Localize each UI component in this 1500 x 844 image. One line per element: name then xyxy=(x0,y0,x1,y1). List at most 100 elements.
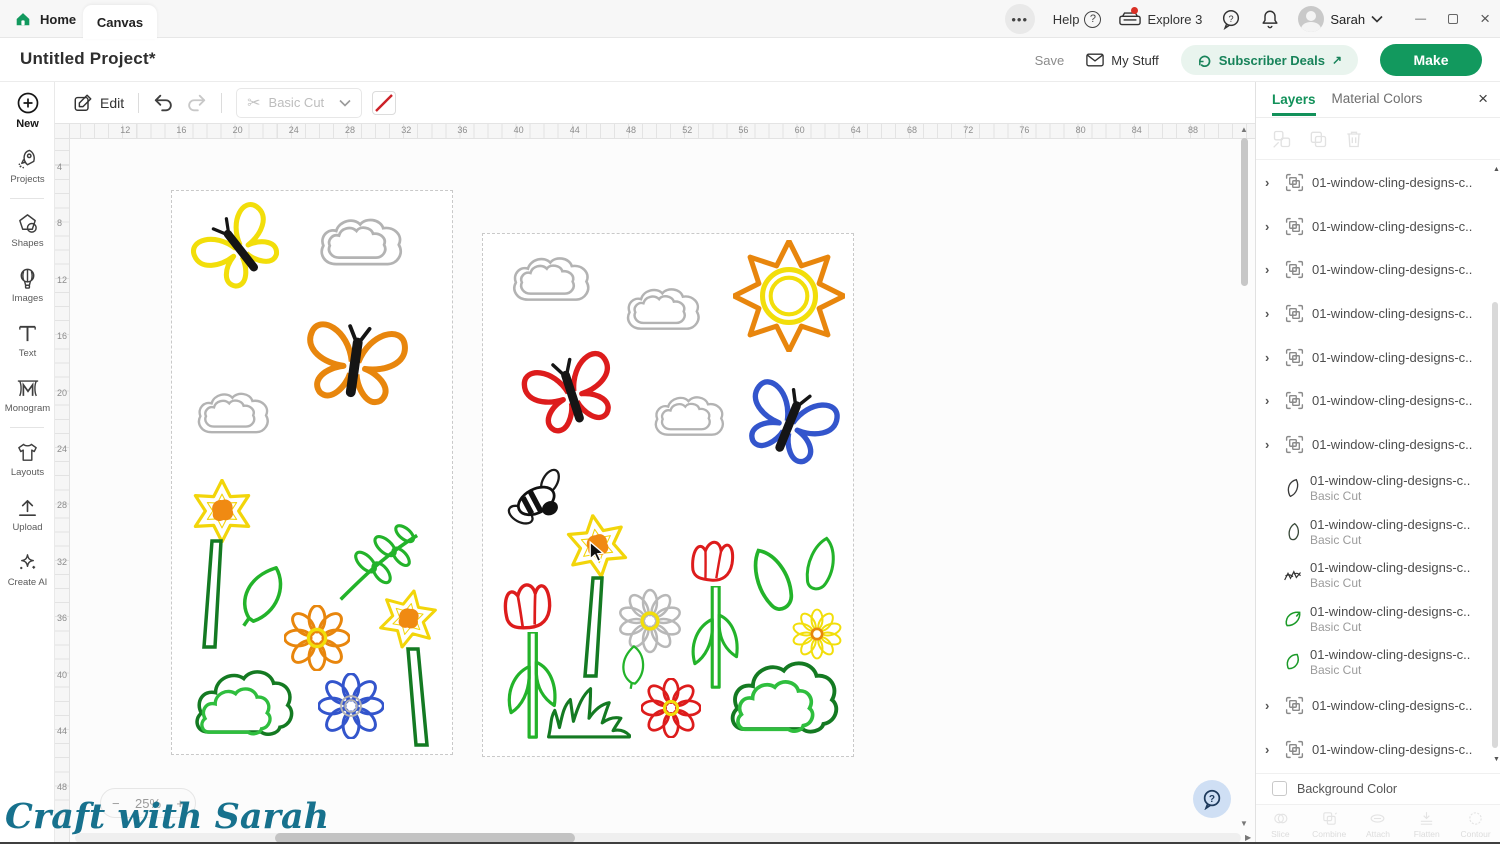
design-sun[interactable] xyxy=(733,240,845,352)
layer-group-row[interactable]: › 01-window-cling-designs-c... xyxy=(1256,205,1494,249)
design-green-bush[interactable] xyxy=(192,653,294,745)
window-maximize-button[interactable] xyxy=(1448,14,1458,24)
chevron-right-icon[interactable]: › xyxy=(1265,437,1277,452)
design-daffodil-stem[interactable] xyxy=(579,576,609,680)
layer-row[interactable]: 01-window-cling-designs-c... Basic Cut xyxy=(1256,597,1494,641)
sidebar-item-create-ai[interactable]: Create AI xyxy=(0,542,55,597)
redo-button[interactable] xyxy=(185,92,207,114)
layer-group-row[interactable]: › 01-window-cling-designs-c... xyxy=(1256,335,1494,379)
subscriber-deals-button[interactable]: Subscriber Deals ↗ xyxy=(1181,45,1358,75)
feedback-icon[interactable]: ? xyxy=(1220,8,1242,30)
design-daffodil-stem[interactable] xyxy=(200,539,230,651)
tab-canvas[interactable]: Canvas xyxy=(83,5,157,39)
design-cloud[interactable] xyxy=(623,280,705,338)
sidebar-item-text[interactable]: Text xyxy=(0,313,55,368)
layer-row[interactable]: 01-window-cling-designs-c... Basic Cut xyxy=(1256,466,1494,510)
layer-row[interactable]: 01-window-cling-designs-c... Basic Cut xyxy=(1256,641,1494,685)
design-cloud[interactable] xyxy=(194,387,274,439)
design-board-1[interactable] xyxy=(171,190,453,755)
edit-button[interactable]: Edit xyxy=(73,93,124,113)
help-bubble-button[interactable]: ? xyxy=(1193,780,1231,818)
save-button[interactable]: Save xyxy=(1035,53,1065,68)
design-cloud[interactable] xyxy=(509,252,595,306)
chevron-right-icon[interactable]: › xyxy=(1265,219,1277,234)
design-daffodil[interactable] xyxy=(190,479,254,543)
panel-action-contour[interactable]: Contour xyxy=(1451,805,1500,844)
scroll-up-arrow[interactable]: ▲ xyxy=(1240,126,1248,134)
design-red-flower[interactable] xyxy=(641,678,701,738)
vertical-scrollbar-thumb[interactable] xyxy=(1241,138,1248,286)
layer-group-row[interactable]: › 01-window-cling-designs-c... xyxy=(1256,423,1494,467)
design-daffodil-stem[interactable] xyxy=(402,647,432,749)
panel-scrollbar-thumb[interactable] xyxy=(1492,302,1498,748)
design-green-leaf[interactable] xyxy=(793,525,848,606)
sidebar-item-layouts[interactable]: Layouts xyxy=(0,432,55,487)
sidebar-item-monogram[interactable]: Monogram xyxy=(0,368,55,423)
panel-action-attach[interactable]: Attach xyxy=(1354,805,1403,844)
more-menu-button[interactable]: ••• xyxy=(1005,4,1035,34)
ungroup-icon[interactable] xyxy=(1272,129,1292,149)
chevron-right-icon[interactable]: › xyxy=(1265,306,1277,321)
design-red-butterfly[interactable] xyxy=(504,333,638,451)
sidebar-item-new[interactable]: New xyxy=(0,82,55,139)
tab-home[interactable]: Home xyxy=(14,0,76,38)
layer-group-row[interactable]: › 01-window-cling-designs-c... xyxy=(1256,684,1494,728)
layer-group-row[interactable]: › 01-window-cling-designs-c... xyxy=(1256,379,1494,423)
explore-menu[interactable]: Explore 3 xyxy=(1119,11,1202,27)
design-orange-butterfly[interactable] xyxy=(288,305,422,419)
window-close-button[interactable]: × xyxy=(1480,9,1490,29)
design-canvas[interactable]: 8121620242832364044485256606468727680848… xyxy=(55,124,1255,844)
layer-group-row[interactable]: › 01-window-cling-designs-c... xyxy=(1256,248,1494,292)
panel-action-slice[interactable]: Slice xyxy=(1256,805,1305,844)
window-minimize-button[interactable]: — xyxy=(1415,13,1426,25)
my-stuff-button[interactable]: My Stuff xyxy=(1086,53,1158,68)
design-blue-flower[interactable] xyxy=(318,673,384,739)
tab-layers[interactable]: Layers xyxy=(1272,92,1316,116)
help-menu[interactable]: Help ? xyxy=(1053,11,1102,28)
layer-row[interactable]: 01-window-cling-designs-c... Basic Cut xyxy=(1256,510,1494,554)
design-red-tulip-head[interactable] xyxy=(687,530,740,592)
design-daffodil[interactable] xyxy=(372,583,443,654)
tab-material-colors[interactable]: Material Colors xyxy=(1332,91,1423,108)
layer-group-row[interactable]: › 01-window-cling-designs-c... xyxy=(1256,728,1494,771)
trash-icon[interactable] xyxy=(1344,129,1364,149)
undo-button[interactable] xyxy=(153,92,175,114)
design-yellow-butterfly[interactable] xyxy=(176,186,300,309)
edit-pen-icon xyxy=(73,93,93,113)
design-grass-tuft[interactable] xyxy=(541,684,637,740)
background-color-checkbox[interactable] xyxy=(1272,781,1287,796)
chevron-right-icon[interactable]: › xyxy=(1265,350,1277,365)
design-board-2[interactable] xyxy=(482,233,854,757)
design-white-daisy[interactable] xyxy=(617,588,683,654)
scroll-right-arrow[interactable]: ▶ xyxy=(1245,834,1251,842)
scroll-down-arrow[interactable]: ▼ xyxy=(1240,820,1248,828)
sidebar-item-images[interactable]: Images xyxy=(0,258,55,313)
color-swatch-button[interactable] xyxy=(372,91,396,115)
linetype-select[interactable]: ✂ Basic Cut xyxy=(236,88,361,118)
user-menu[interactable]: Sarah xyxy=(1298,6,1383,32)
design-blue-butterfly[interactable] xyxy=(726,362,854,482)
design-cloud[interactable] xyxy=(651,390,729,442)
chevron-right-icon[interactable]: › xyxy=(1265,393,1277,408)
chevron-right-icon[interactable]: › xyxy=(1265,698,1277,713)
bell-icon[interactable] xyxy=(1260,8,1280,30)
make-button[interactable]: Make xyxy=(1380,44,1482,76)
duplicate-icon[interactable] xyxy=(1308,129,1328,149)
sidebar-item-projects[interactable]: Projects xyxy=(0,139,55,194)
panel-scroll-up-arrow[interactable]: ▲ xyxy=(1493,166,1500,173)
layer-row[interactable]: 01-window-cling-designs-c... Basic Cut xyxy=(1256,553,1494,597)
panel-action-flatten[interactable]: Flatten xyxy=(1402,805,1451,844)
design-cloud[interactable] xyxy=(316,213,408,271)
layer-group-row[interactable]: › 01-window-cling-designs-c... xyxy=(1256,161,1494,205)
chevron-right-icon[interactable]: › xyxy=(1265,262,1277,277)
sidebar-item-shapes[interactable]: Shapes xyxy=(0,203,55,258)
panel-close-icon[interactable]: × xyxy=(1478,89,1488,109)
design-red-tulip-head[interactable] xyxy=(499,572,557,640)
design-green-bush[interactable] xyxy=(719,650,847,736)
chevron-right-icon[interactable]: › xyxy=(1265,742,1277,757)
panel-scroll-down-arrow[interactable]: ▼ xyxy=(1493,756,1500,763)
panel-action-combine[interactable]: Combine xyxy=(1305,805,1354,844)
sidebar-item-upload[interactable]: Upload xyxy=(0,487,55,542)
layer-group-row[interactable]: › 01-window-cling-designs-c... xyxy=(1256,292,1494,336)
chevron-right-icon[interactable]: › xyxy=(1265,175,1277,190)
